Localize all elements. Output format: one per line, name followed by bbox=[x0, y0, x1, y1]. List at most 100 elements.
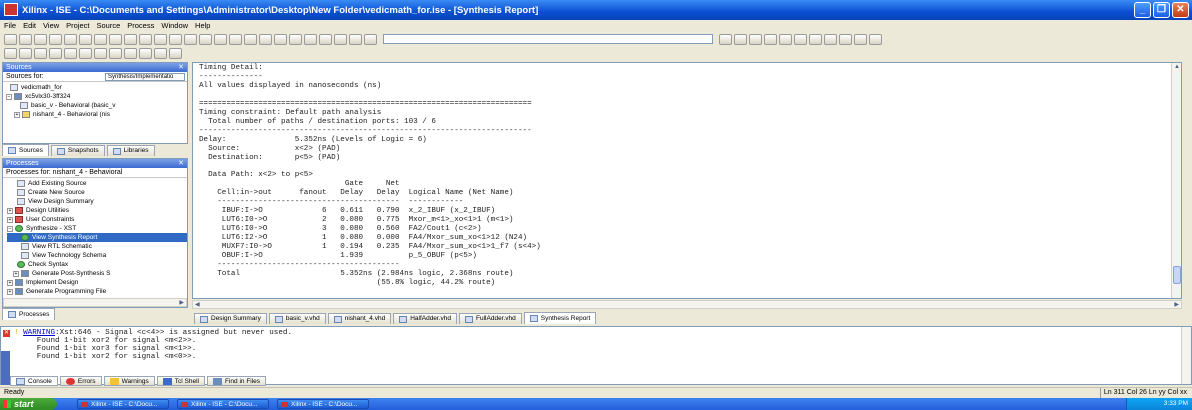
tab-find-in-files[interactable]: Find in Files bbox=[207, 376, 267, 386]
find-icon[interactable] bbox=[229, 33, 242, 45]
binoculars-icon[interactable] bbox=[349, 33, 362, 45]
cascade-icon[interactable] bbox=[199, 33, 212, 45]
tab-fulladder[interactable]: FullAdder.vhd bbox=[459, 313, 522, 324]
tile-icon[interactable] bbox=[214, 33, 227, 45]
processes-panel-close-icon[interactable]: ✕ bbox=[178, 159, 184, 168]
expand-icon[interactable]: + bbox=[13, 270, 19, 277]
layout-5-icon[interactable] bbox=[109, 48, 122, 59]
comment-icon[interactable] bbox=[779, 33, 792, 45]
layout-8-icon[interactable] bbox=[154, 48, 167, 59]
list-icon[interactable] bbox=[289, 33, 302, 45]
taskbar-item-3[interactable]: Xilinx - ISE - C:\Docu... bbox=[277, 399, 369, 409]
tab-snapshots[interactable]: Snapshots bbox=[50, 145, 105, 156]
menu-process[interactable]: Process bbox=[127, 21, 154, 30]
close-button[interactable]: ✕ bbox=[1172, 2, 1189, 18]
taskbar-item-1[interactable]: Xilinx - ISE - C:\Docu... bbox=[77, 399, 169, 409]
tab-synthesis-report[interactable]: Synthesis Report bbox=[523, 312, 597, 324]
expand-icon[interactable]: + bbox=[7, 279, 13, 286]
tree-item-basic-v[interactable]: basic_v - Behavioral (basic_v bbox=[6, 101, 187, 110]
menu-source[interactable]: Source bbox=[97, 21, 121, 30]
paste-icon[interactable] bbox=[94, 33, 107, 45]
processes-hscrollbar[interactable]: ▶ bbox=[3, 298, 187, 307]
synthesis-report-view[interactable]: Timing Detail: -------------- All values… bbox=[192, 62, 1182, 299]
process-view-synthesis-report[interactable]: View Synthesis Report bbox=[7, 233, 187, 242]
scroll-thumb[interactable] bbox=[1173, 266, 1181, 284]
scroll-right-icon[interactable]: ▶ bbox=[1174, 301, 1179, 308]
tab-console[interactable]: Console bbox=[10, 376, 58, 386]
search-combo[interactable] bbox=[383, 34, 713, 44]
layout-6-icon[interactable] bbox=[124, 48, 137, 59]
process-synthesize-xst[interactable]: − Synthesize - XST bbox=[7, 224, 187, 233]
expand-icon[interactable]: + bbox=[7, 216, 13, 223]
undo-icon[interactable] bbox=[124, 33, 137, 45]
tab-nishant-4[interactable]: nishant_4.vhd bbox=[327, 313, 392, 324]
copy-icon[interactable] bbox=[79, 33, 92, 45]
bookmark-prev-icon[interactable] bbox=[824, 33, 837, 45]
tab-warnings[interactable]: Warnings bbox=[103, 376, 155, 386]
window-icon[interactable] bbox=[154, 33, 167, 45]
expand-icon[interactable]: + bbox=[7, 288, 13, 295]
start-button[interactable]: start bbox=[0, 398, 57, 410]
expand-icon[interactable]: + bbox=[14, 111, 20, 118]
new-icon[interactable] bbox=[4, 33, 17, 45]
menu-file[interactable]: File bbox=[4, 21, 16, 30]
tree-item-project[interactable]: vedicmath_for bbox=[6, 83, 187, 92]
sources-panel-close-icon[interactable]: ✕ bbox=[178, 63, 184, 72]
process-check-syntax[interactable]: Check Syntax bbox=[7, 260, 187, 269]
process-generate-post-synthesis[interactable]: + Generate Post-Synthesis S bbox=[7, 269, 187, 278]
report-vscrollbar[interactable]: ▲ bbox=[1171, 63, 1181, 298]
process-create-new-source[interactable]: Create New Source bbox=[7, 188, 187, 197]
cut-icon[interactable] bbox=[64, 33, 77, 45]
run-icon[interactable] bbox=[854, 33, 867, 45]
tree-item-nishant-4[interactable]: + nishant_4 - Behavioral (nis bbox=[6, 110, 187, 119]
tab-sources[interactable]: Sources bbox=[2, 144, 49, 156]
redo-icon[interactable] bbox=[139, 33, 152, 45]
tab-basic-v[interactable]: basic_v.vhd bbox=[268, 313, 326, 324]
delete-icon[interactable] bbox=[109, 33, 122, 45]
collapse-icon[interactable]: − bbox=[6, 93, 12, 100]
layout-4-icon[interactable] bbox=[94, 48, 107, 59]
table-icon[interactable] bbox=[304, 33, 317, 45]
menu-view[interactable]: View bbox=[43, 21, 59, 30]
process-view-technology-schematic[interactable]: View Technology Schema bbox=[7, 251, 187, 260]
collapse-icon[interactable]: − bbox=[7, 225, 13, 232]
help-icon[interactable] bbox=[334, 33, 347, 45]
tab-processes[interactable]: Processes bbox=[2, 308, 56, 320]
console-vscrollbar[interactable] bbox=[1181, 327, 1191, 384]
properties-icon[interactable] bbox=[34, 48, 47, 59]
expand-icon[interactable]: + bbox=[7, 207, 13, 214]
menu-project[interactable]: Project bbox=[66, 21, 89, 30]
language-template-icon[interactable] bbox=[274, 33, 287, 45]
print-icon[interactable] bbox=[49, 33, 62, 45]
process-implement-design[interactable]: + Implement Design bbox=[7, 278, 187, 287]
process-generate-programming-file[interactable]: + Generate Programming File bbox=[7, 287, 187, 296]
menu-window[interactable]: Window bbox=[161, 21, 188, 30]
find-in-files-icon[interactable] bbox=[364, 33, 377, 45]
layout-3-icon[interactable] bbox=[79, 48, 92, 59]
zoom-out-icon[interactable] bbox=[184, 33, 197, 45]
report-hscrollbar[interactable]: ◀ ▶ bbox=[192, 300, 1182, 309]
remove-source-icon[interactable] bbox=[19, 48, 32, 59]
taskbar-item-2[interactable]: Xilinx - ISE - C:\Docu... bbox=[177, 399, 269, 409]
bookmark-clear-icon[interactable] bbox=[839, 33, 852, 45]
layout-1-icon[interactable] bbox=[49, 48, 62, 59]
outdent-icon[interactable] bbox=[764, 33, 777, 45]
bookmark-next-icon[interactable] bbox=[809, 33, 822, 45]
uncomment-icon[interactable] bbox=[794, 33, 807, 45]
tab-tcl-shell[interactable]: Tcl Shell bbox=[156, 376, 205, 386]
process-view-design-summary[interactable]: View Design Summary bbox=[7, 197, 187, 206]
save-icon[interactable] bbox=[34, 33, 47, 45]
minimize-button[interactable]: _ bbox=[1134, 2, 1151, 18]
indent-icon[interactable] bbox=[749, 33, 762, 45]
scroll-left-icon[interactable]: ◀ bbox=[195, 301, 200, 308]
add-source-icon[interactable] bbox=[4, 48, 17, 59]
process-user-constraints[interactable]: + User Constraints bbox=[7, 215, 187, 224]
sources-for-select[interactable]: Synthesis/Implementatio bbox=[105, 73, 185, 81]
find-next-icon[interactable] bbox=[719, 33, 732, 45]
tab-design-summary[interactable]: Design Summary bbox=[194, 313, 267, 324]
tab-errors[interactable]: Errors bbox=[59, 376, 102, 386]
maximize-button[interactable]: ❐ bbox=[1153, 2, 1170, 18]
warning-link[interactable]: WARNING bbox=[23, 329, 55, 337]
menu-edit[interactable]: Edit bbox=[23, 21, 36, 30]
layout-9-icon[interactable] bbox=[169, 48, 182, 59]
